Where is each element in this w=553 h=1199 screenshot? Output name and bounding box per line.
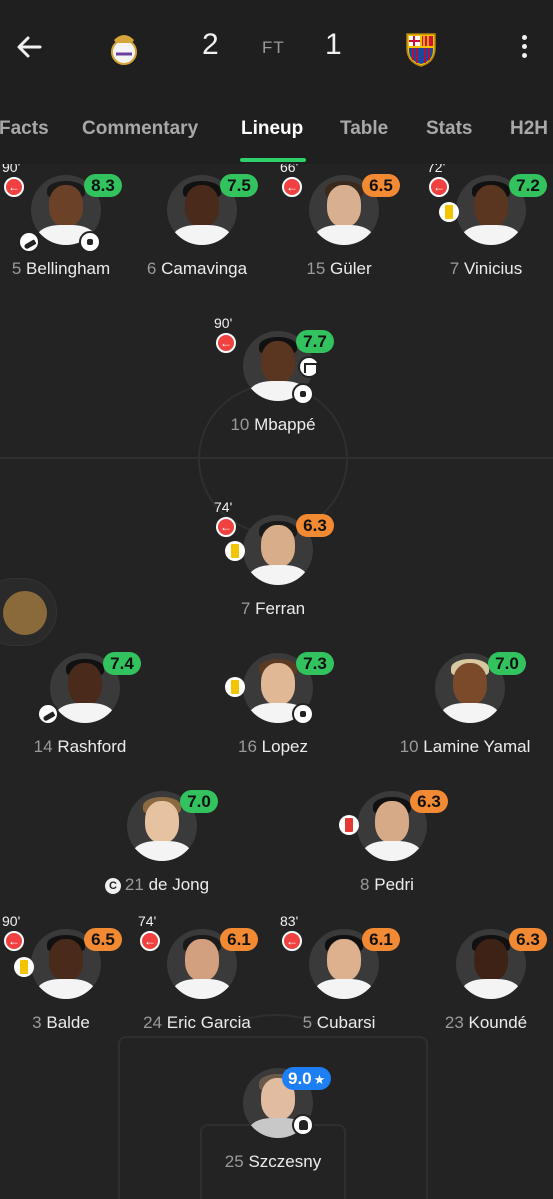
player-rating: 6.3	[296, 514, 334, 537]
sub-out-icon: ←	[4, 177, 24, 197]
sub-minute: 90'	[214, 315, 233, 331]
player-card[interactable]: 72' ← 7.2 7 Vinicius	[411, 164, 553, 281]
player-card[interactable]: 7.0 C 21 de Jong	[82, 777, 232, 897]
sub-out-icon: ←	[216, 333, 236, 353]
real-madrid-crest-icon[interactable]	[107, 30, 141, 68]
player-rating: 7.0	[180, 790, 218, 813]
match-header: 2 FT 1	[0, 0, 553, 98]
tab-facts[interactable]: Facts	[0, 118, 49, 140]
player-rating: 7.4	[103, 652, 141, 675]
more-options-icon[interactable]	[512, 32, 536, 64]
coach-drawer-handle[interactable]	[0, 578, 57, 646]
player-rating: 6.5	[362, 174, 400, 197]
offside-goal-icon	[298, 356, 320, 378]
player-rating: 6.3	[410, 790, 448, 813]
goal-ball-icon	[292, 703, 314, 725]
player-rating: 6.3	[509, 928, 547, 951]
sub-minute: 74'	[214, 499, 233, 515]
lineup-pitch: 90' ← 8.3 5 Bellingham 7.5 6 Camavinga 6…	[0, 164, 553, 1199]
player-name: 7 Vinicius	[449, 259, 523, 278]
player-card[interactable]: 6.3 8 Pedri	[312, 777, 462, 897]
back-arrow-icon[interactable]	[12, 30, 46, 64]
tab-lineup[interactable]: Lineup	[241, 118, 303, 140]
player-name: 25 Szczesny	[224, 1152, 322, 1171]
coach-avatar	[3, 591, 47, 635]
active-tab-indicator	[240, 158, 306, 162]
match-status: FT	[262, 38, 285, 57]
sub-out-icon: ←	[429, 177, 449, 197]
player-card[interactable]: 74' ← 6.3 7 Ferran	[198, 499, 348, 621]
save-glove-icon	[292, 1114, 314, 1136]
red-card-icon	[339, 815, 359, 835]
away-score: 1	[325, 28, 342, 61]
player-rating: 7.2	[509, 174, 547, 197]
player-rating: 6.5	[84, 928, 122, 951]
assist-boot-icon	[18, 231, 40, 253]
yellow-card-icon	[439, 202, 459, 222]
player-rating: 7.5	[220, 174, 258, 197]
player-name: 16 Lopez	[238, 737, 308, 756]
player-name: C 21 de Jong	[62, 875, 252, 895]
player-name: 23 Koundé	[444, 1013, 528, 1032]
star-icon: ★	[313, 1072, 326, 1087]
player-rating: 6.1	[362, 928, 400, 951]
goal-ball-icon	[79, 231, 101, 253]
captain-badge: C	[104, 878, 121, 894]
player-rating: 7.0	[488, 652, 526, 675]
sub-out-icon: ←	[282, 931, 302, 951]
sub-out-icon: ←	[216, 517, 236, 537]
goal-ball-icon	[292, 383, 314, 405]
sub-minute: 83'	[280, 913, 299, 929]
player-name: 10 Lamine Yamal	[399, 737, 531, 756]
player-name: 7 Ferran	[240, 599, 306, 618]
yellow-card-icon	[14, 957, 34, 977]
player-rating: 7.7	[296, 330, 334, 353]
yellow-card-icon	[225, 541, 245, 561]
player-card[interactable]: 9.0 ★ 25 Szczesny	[198, 1054, 348, 1174]
sub-out-icon: ←	[140, 931, 160, 951]
player-card[interactable]: 7.3 16 Lopez	[198, 639, 348, 759]
assist-boot-icon	[37, 703, 59, 725]
sub-minute: 66'	[280, 164, 299, 175]
player-rating: 6.1	[220, 928, 258, 951]
tab-commentary[interactable]: Commentary	[82, 118, 198, 140]
yellow-card-icon	[225, 677, 245, 697]
barcelona-crest-icon[interactable]	[404, 30, 438, 68]
sub-out-icon: ←	[4, 931, 24, 951]
player-rating: 8.3	[84, 174, 122, 197]
player-rating: 9.0 ★	[282, 1067, 332, 1090]
player-name: 14 Rashford	[33, 737, 127, 756]
sub-out-icon: ←	[282, 177, 302, 197]
sub-minute: 74'	[138, 913, 157, 929]
sub-minute: 90'	[2, 913, 21, 929]
player-card[interactable]: 7.0 10 Lamine Yamal	[390, 639, 540, 759]
player-card[interactable]: 6.3 23 Koundé	[411, 915, 553, 1035]
tab-table[interactable]: Table	[340, 118, 388, 140]
sub-minute: 72'	[427, 164, 446, 175]
tab-bar: Facts Commentary Lineup Table Stats H2H	[0, 98, 553, 164]
player-name: 10 Mbappé	[230, 415, 316, 434]
player-card[interactable]: 90' ← 7.7 10 Mbappé	[198, 315, 348, 437]
tab-stats[interactable]: Stats	[426, 118, 472, 140]
sub-minute: 90'	[2, 164, 21, 175]
home-score: 2	[202, 28, 219, 61]
player-rating: 7.3	[296, 652, 334, 675]
player-name: 8 Pedri	[360, 875, 414, 894]
player-card[interactable]: 7.4 14 Rashford	[5, 639, 155, 759]
tab-h2h[interactable]: H2H	[510, 118, 548, 140]
